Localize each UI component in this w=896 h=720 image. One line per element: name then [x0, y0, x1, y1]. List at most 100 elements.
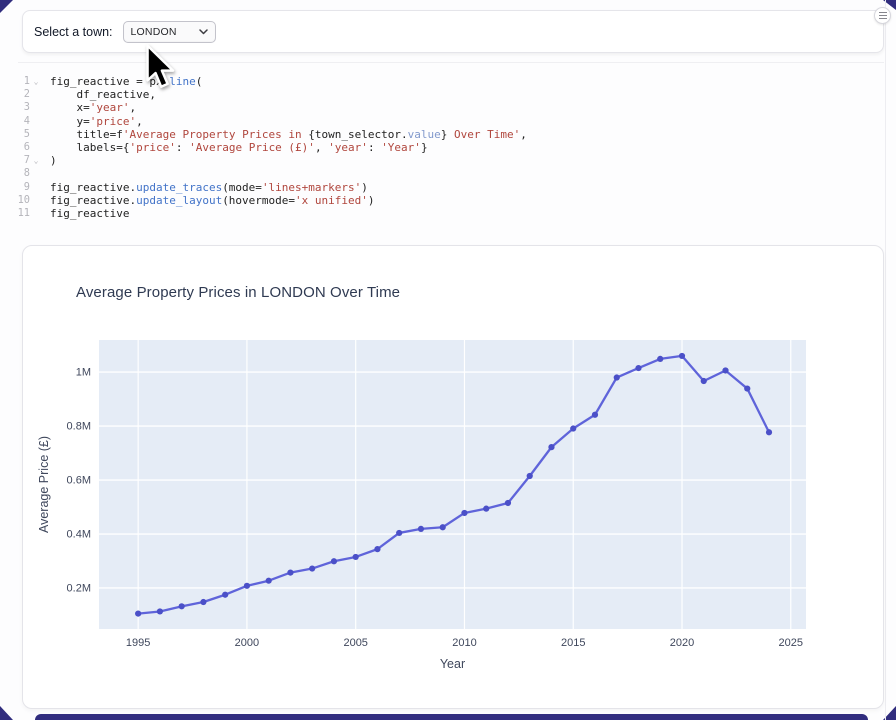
y-tick-label: 1M	[76, 367, 91, 379]
code-line: 5 title=f'Average Property Prices in {to…	[10, 128, 886, 141]
code-line: 8	[10, 167, 886, 180]
data-point-marker[interactable]	[570, 425, 576, 431]
data-point-marker[interactable]	[679, 353, 685, 359]
data-point-marker[interactable]	[353, 554, 359, 560]
fold-gutter	[30, 115, 42, 128]
hamburger-icon	[879, 12, 887, 13]
data-point-marker[interactable]	[374, 546, 380, 552]
data-point-marker[interactable]	[527, 473, 533, 479]
data-point-marker[interactable]	[157, 608, 163, 614]
code-line: 7⌄)	[10, 154, 886, 167]
y-tick-label: 0.2M	[67, 582, 91, 594]
code-text: fig_reactive.update_layout(hovermode='x …	[50, 194, 375, 207]
fold-gutter	[30, 141, 42, 154]
fold-chevron-icon[interactable]: ⌄	[30, 75, 42, 88]
data-point-marker[interactable]	[744, 385, 750, 391]
y-tick-label: 0.6M	[67, 475, 91, 487]
next-cell-top-edge	[35, 714, 868, 720]
data-point-marker[interactable]	[135, 611, 141, 617]
data-point-marker[interactable]	[548, 444, 554, 450]
data-point-marker[interactable]	[309, 565, 315, 571]
fold-gutter	[30, 181, 42, 194]
chevron-down-icon	[199, 29, 208, 35]
town-selector-label: Select a town:	[34, 25, 113, 39]
cell-menu-button[interactable]	[874, 7, 891, 24]
y-axis-title: Average Price (£)	[37, 436, 51, 533]
line-number: 11	[10, 207, 30, 220]
fold-gutter	[30, 207, 42, 220]
line-number: 10	[10, 194, 30, 207]
code-text: df_reactive,	[50, 88, 156, 101]
data-point-marker[interactable]	[244, 583, 250, 589]
data-point-marker[interactable]	[614, 374, 620, 380]
data-point-marker[interactable]	[635, 365, 641, 371]
code-line: 3 x='year',	[10, 101, 886, 114]
x-tick-label: 2000	[235, 637, 259, 649]
line-number: 1	[10, 75, 30, 88]
data-point-marker[interactable]	[418, 526, 424, 532]
x-tick-label: 2010	[452, 637, 476, 649]
chart-output-cell: Average Property Prices in LONDON Over T…	[22, 245, 884, 709]
code-text: title=f'Average Property Prices in {town…	[50, 128, 527, 141]
code-text: fig_reactive.update_traces(mode='lines+m…	[50, 181, 368, 194]
code-line: 6 labels={'price': 'Average Price (£)', …	[10, 141, 886, 154]
data-point-marker[interactable]	[440, 524, 446, 530]
data-point-marker[interactable]	[766, 429, 772, 435]
line-number: 5	[10, 128, 30, 141]
line-number: 7	[10, 154, 30, 167]
data-point-marker[interactable]	[222, 592, 228, 598]
code-text: x='year',	[50, 101, 136, 114]
data-point-marker[interactable]	[266, 578, 272, 584]
code-line: 10 fig_reactive.update_layout(hovermode='…	[10, 194, 886, 207]
y-tick-label: 0.4M	[67, 529, 91, 541]
data-point-marker[interactable]	[657, 356, 663, 362]
code-text: labels={'price': 'Average Price (£)', 'y…	[50, 141, 428, 154]
x-axis-title: Year	[440, 657, 465, 671]
x-tick-label: 2005	[343, 637, 367, 649]
data-point-marker[interactable]	[461, 510, 467, 516]
data-point-marker[interactable]	[287, 570, 293, 576]
x-tick-label: 1995	[126, 637, 150, 649]
line-number: 6	[10, 141, 30, 154]
code-line: 9 fig_reactive.update_traces(mode='lines+…	[10, 181, 886, 194]
x-tick-label: 2025	[779, 637, 803, 649]
line-number: 8	[10, 167, 30, 180]
property-price-chart[interactable]: 0.2M 0.4M 0.6M 0.8M 1M 1995 2000 2005 2010 2015 20…	[23, 246, 884, 709]
line-number: 3	[10, 101, 30, 114]
line-number: 4	[10, 115, 30, 128]
cropped-corner-decoration	[0, 706, 13, 720]
fold-gutter	[30, 88, 42, 101]
fold-gutter	[30, 128, 42, 141]
line-number: 2	[10, 88, 30, 101]
fold-gutter	[30, 194, 42, 207]
code-line: 1⌄fig_reactive = px.line(	[10, 75, 886, 88]
fold-chevron-icon[interactable]: ⌄	[30, 154, 42, 167]
x-tick-label: 2015	[561, 637, 585, 649]
code-line: 11 fig_reactive	[10, 207, 886, 220]
code-line: 2 df_reactive,	[10, 88, 886, 101]
code-text: )	[50, 154, 57, 167]
data-point-marker[interactable]	[396, 530, 402, 536]
data-point-marker[interactable]	[505, 500, 511, 506]
fold-gutter	[30, 101, 42, 114]
data-point-marker[interactable]	[701, 378, 707, 384]
data-point-marker[interactable]	[722, 367, 728, 373]
y-tick-label: 0.8M	[67, 421, 91, 433]
data-point-marker[interactable]	[592, 412, 598, 418]
code-editor[interactable]: 1⌄fig_reactive = px.line(2 df_reactive,3…	[10, 75, 886, 220]
town-dropdown-value: LONDON	[131, 26, 177, 38]
data-point-marker[interactable]	[331, 558, 337, 564]
code-text: fig_reactive	[50, 207, 129, 220]
fold-gutter	[30, 167, 42, 180]
mouse-cursor	[146, 44, 180, 92]
line-number: 9	[10, 181, 30, 194]
data-point-marker[interactable]	[179, 603, 185, 609]
data-point-marker[interactable]	[200, 599, 206, 605]
cropped-corner-decoration	[0, 0, 13, 13]
town-dropdown[interactable]: LONDON	[123, 21, 216, 43]
plot-area[interactable]	[99, 340, 806, 629]
x-tick-label: 2020	[670, 637, 694, 649]
code-line: 4 y='price',	[10, 115, 886, 128]
code-text: y='price',	[50, 115, 143, 128]
data-point-marker[interactable]	[483, 506, 489, 512]
